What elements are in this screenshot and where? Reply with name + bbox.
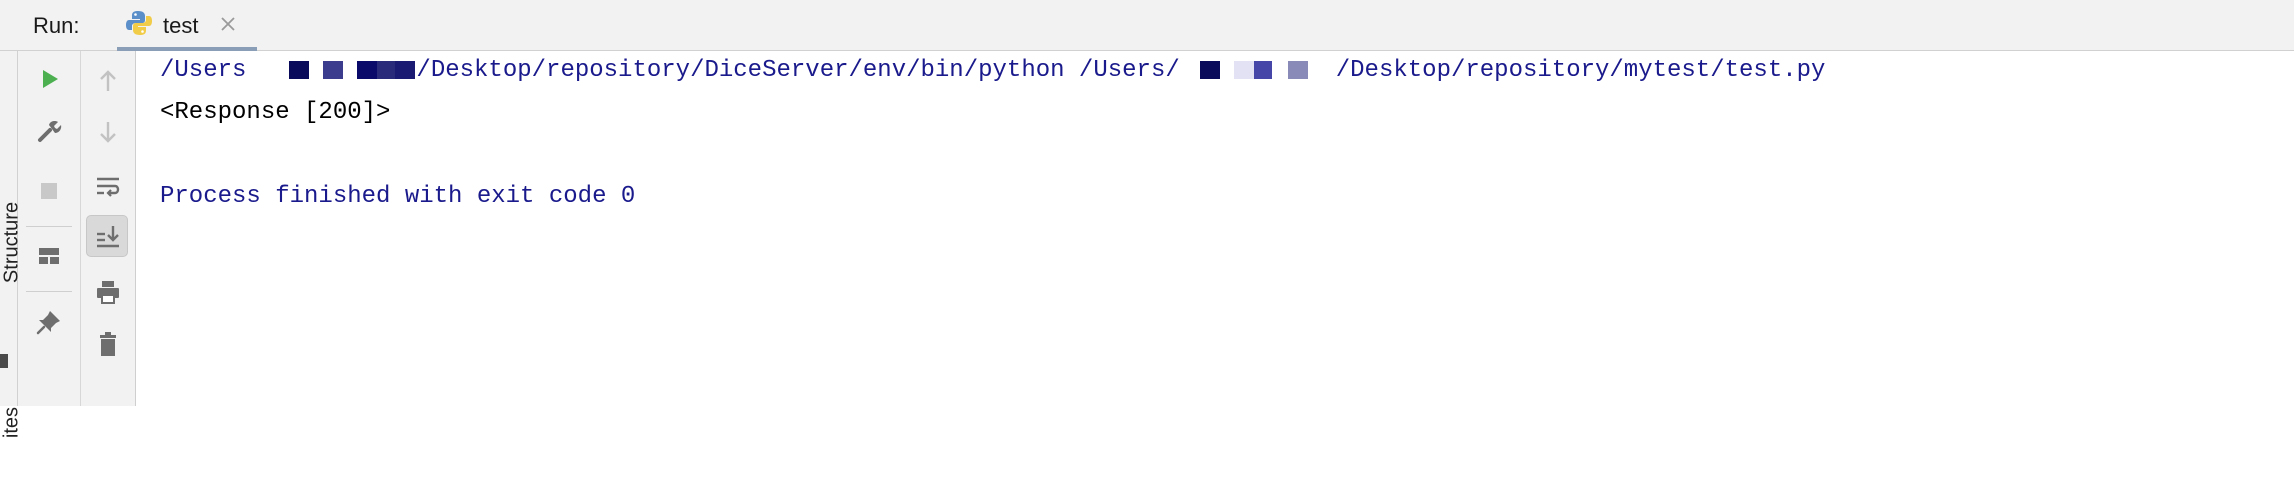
run-label: Run: [33, 13, 80, 38]
process-exit-message: Process finished with exit code 0 [160, 183, 636, 210]
command-line: /Users/Desktop/repository/DiceServer/env… [160, 57, 1825, 84]
scroll-to-end-icon [97, 226, 119, 248]
arrow-down-icon [100, 122, 116, 143]
run-tool-window-header: Run: test [0, 0, 2294, 51]
redacted-username-2 [1180, 60, 1336, 79]
response-output: <Response [200]> [160, 99, 391, 126]
toolbar-separator [26, 291, 72, 292]
command-path-script: /Desktop/repository/mytest/test.py [1335, 57, 1826, 84]
scroll-to-end-button[interactable] [86, 215, 128, 257]
close-icon[interactable] [217, 13, 239, 35]
run-icon [43, 70, 58, 88]
restore-layout-button[interactable] [28, 235, 70, 277]
python-file-icon [125, 9, 153, 37]
redacted-username [246, 60, 416, 83]
stop-button[interactable] [28, 170, 70, 212]
tab-label: test [163, 13, 199, 38]
edit-configuration-button[interactable] [28, 110, 70, 152]
print-icon [97, 281, 119, 304]
up-stack-button[interactable] [87, 60, 129, 102]
run-toolbar-secondary [81, 51, 136, 406]
run-toolbar-primary [18, 51, 81, 406]
soft-wrap-button[interactable] [87, 165, 129, 207]
console-output[interactable]: /Users/Desktop/repository/DiceServer/env… [136, 51, 2294, 406]
print-button[interactable] [87, 271, 129, 313]
toolbar-separator [26, 226, 72, 227]
layout-icon [39, 248, 59, 264]
rerun-button[interactable] [28, 58, 70, 100]
arrow-up-icon [100, 70, 116, 91]
command-path-users: /Users [160, 57, 247, 84]
pin-tab-button[interactable] [28, 301, 70, 343]
soft-wrap-icon [97, 177, 120, 197]
trash-icon [100, 332, 116, 356]
tab-test[interactable]: test [117, 0, 257, 51]
clear-all-button[interactable] [87, 323, 129, 365]
command-path-python: /Desktop/repository/DiceServer/env/bin/p… [416, 57, 1180, 84]
wrench-icon [38, 121, 62, 142]
down-stack-button[interactable] [87, 111, 129, 153]
pin-icon [36, 311, 60, 335]
side-tool-strip: Structure ites [0, 51, 23, 438]
stop-icon [41, 183, 57, 199]
